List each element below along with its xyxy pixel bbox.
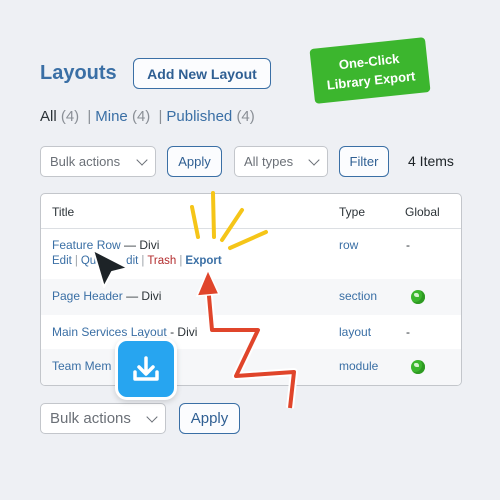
- cursor-icon: [92, 249, 129, 288]
- red-arrow-icon: [195, 268, 298, 409]
- annotation-overlay: [92, 191, 298, 409]
- burst-icon: [190, 191, 268, 250]
- download-icon: [115, 338, 177, 400]
